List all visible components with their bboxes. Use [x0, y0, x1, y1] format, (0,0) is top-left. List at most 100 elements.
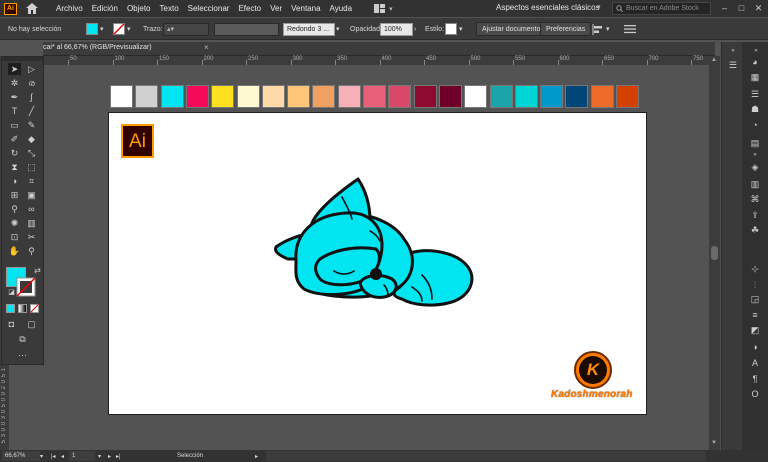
color-swatch[interactable]	[514, 85, 538, 108]
screen-mode-icon[interactable]: ⧉	[16, 333, 29, 345]
menu-item[interactable]: Efecto	[238, 4, 261, 13]
menu-item[interactable]: Ayuda	[330, 4, 353, 13]
last-artboard-icon[interactable]: ▸|	[116, 451, 121, 461]
blend-tool-icon[interactable]: ∞	[25, 203, 38, 215]
color-swatch[interactable]	[363, 85, 386, 108]
fill-color-swatch[interactable]	[86, 23, 98, 35]
eraser-icon[interactable]: ◆	[25, 133, 38, 145]
graphic-style-swatch[interactable]	[445, 23, 457, 35]
graphic-styles-icon[interactable]: ◔	[749, 120, 761, 131]
libraries-icon[interactable]: ☘	[749, 225, 761, 236]
curvature-tool-icon[interactable]: ∫	[25, 91, 38, 103]
color-swatch[interactable]	[185, 85, 209, 108]
home-icon[interactable]	[26, 3, 38, 14]
type-tool-icon[interactable]: T	[8, 105, 21, 117]
color-swatch[interactable]	[438, 85, 462, 108]
chevron-down-icon[interactable]: ▾	[98, 451, 101, 461]
rotate-tool-icon[interactable]: ↻	[8, 147, 21, 159]
artboard-number-field[interactable]: 1	[69, 451, 95, 461]
sleeping-fox-illustration[interactable]	[272, 175, 480, 319]
align-panel-icon[interactable]: ⫶	[749, 280, 761, 291]
scale-tool-icon[interactable]: ⤡	[25, 147, 38, 159]
gradient-mode-icon[interactable]	[18, 304, 27, 313]
document-setup-button[interactable]: Ajustar documento	[476, 22, 547, 36]
document-tab[interactable]: cai* al 66,67% (RGB/Previsualizar)	[43, 44, 152, 51]
color-swatch[interactable]	[135, 85, 159, 108]
align-icon[interactable]	[592, 23, 604, 35]
gradient-tool-icon[interactable]: ▣	[25, 189, 38, 201]
eyedropper-icon[interactable]: ⚲	[8, 203, 21, 215]
first-artboard-icon[interactable]: |◂	[51, 451, 56, 461]
close-window-button[interactable]: ✕	[752, 2, 765, 15]
color-swatch[interactable]	[388, 85, 412, 108]
pen-tool-icon[interactable]: ✒	[8, 91, 21, 103]
chevron-down-icon[interactable]: ▾	[389, 5, 393, 13]
panel-collapse-icon[interactable]: «	[749, 150, 761, 161]
maximize-button[interactable]: □	[735, 2, 748, 15]
shaper-tool-icon[interactable]: ✐	[8, 133, 21, 145]
color-mode-icon[interactable]	[6, 304, 15, 313]
color-swatch[interactable]	[413, 85, 437, 108]
links-panel-icon[interactable]: ⌘	[749, 194, 761, 205]
transparency-panel-icon[interactable]: ◑	[749, 342, 761, 353]
lasso-icon[interactable]: ര	[25, 77, 38, 89]
free-transform-icon[interactable]: ⬚	[25, 161, 38, 173]
prev-artboard-icon[interactable]: ◂	[61, 451, 64, 461]
status-menu-icon[interactable]: ▸	[255, 451, 258, 461]
preferences-button[interactable]: Preferencias	[540, 22, 592, 36]
draw-normal-icon[interactable]: ◘	[5, 318, 18, 330]
scrollbar-thumb[interactable]	[711, 246, 718, 260]
menu-item[interactable]: Seleccionar	[188, 4, 230, 13]
menu-item[interactable]: Ventana	[291, 4, 320, 13]
appearance-panel-icon[interactable]: ▤	[749, 138, 761, 149]
paragraph-panel-icon[interactable]: ¶	[749, 374, 761, 385]
color-swatch[interactable]	[489, 85, 513, 108]
menu-item[interactable]: Objeto	[127, 4, 151, 13]
color-panel-icon[interactable]: ◕	[749, 57, 761, 68]
chevron-down-icon[interactable]: ▾	[336, 25, 340, 33]
mesh-tool-icon[interactable]: ⊞	[8, 189, 21, 201]
chevron-down-icon[interactable]: ▾	[459, 25, 463, 33]
artboards-panel-icon[interactable]: ▥	[749, 179, 761, 190]
color-swatch[interactable]	[110, 85, 133, 108]
panel-collapse-icon[interactable]: «	[727, 46, 739, 57]
adobe-stock-search[interactable]: Buscar en Adobe Stock	[612, 2, 711, 15]
stroke-weight-dropdown[interactable]: ▴▾	[163, 22, 209, 36]
brush-definition-dropdown[interactable]: Redondo 3 ...	[283, 22, 335, 36]
chevron-right-icon[interactable]: ›	[414, 26, 416, 33]
zoom-field[interactable]: 66,67%	[2, 451, 40, 461]
direct-selection-tool-icon[interactable]: ▷	[25, 63, 38, 75]
width-tool-icon[interactable]: ⧗	[8, 161, 21, 173]
swatches-panel-icon[interactable]: ▦	[749, 72, 761, 83]
artboard[interactable]: Ai K Kadoshmenorah	[108, 112, 647, 415]
arrange-documents-icon[interactable]	[374, 4, 386, 13]
line-segment-icon[interactable]: ╱	[25, 105, 38, 117]
swap-colors-icon[interactable]: ⇄	[31, 265, 44, 277]
none-mode-icon[interactable]	[30, 304, 39, 313]
variable-width-profile[interactable]	[214, 22, 279, 36]
slice-tool-icon[interactable]: ✂	[25, 231, 38, 243]
stroke-panel-icon[interactable]: ≡	[749, 310, 761, 321]
artboard-tool-icon[interactable]: ⊡	[8, 231, 21, 243]
menu-item[interactable]: Edición	[92, 4, 118, 13]
horizontal-ruler[interactable]: 50 100 150 200 250 300 350 400 450 500 550 600 650 70…	[43, 56, 715, 66]
color-swatch[interactable]	[337, 85, 361, 108]
hand-tool-icon[interactable]: ✋	[8, 245, 21, 257]
properties-icon[interactable]: ☰	[727, 60, 739, 71]
color-swatch[interactable]	[540, 85, 564, 108]
more-tools-icon[interactable]: ⋯	[16, 349, 29, 361]
panel-collapse-icon[interactable]: «	[750, 46, 762, 57]
stroke-color-icon[interactable]	[16, 277, 36, 297]
color-swatch[interactable]	[590, 85, 614, 108]
menu-item[interactable]: Ver	[270, 4, 282, 13]
brushes-panel-icon[interactable]: ☰	[749, 89, 761, 100]
rectangle-tool-icon[interactable]: ▭	[8, 119, 21, 131]
chevron-down-icon[interactable]: ▾	[127, 25, 131, 33]
scroll-up-icon[interactable]: ▲	[711, 57, 717, 63]
gradient-panel-icon[interactable]: ◩	[749, 325, 761, 336]
chevron-down-icon[interactable]: ▾	[100, 25, 104, 33]
menu-item[interactable]: Texto	[160, 4, 179, 13]
pathfinder-panel-icon[interactable]: ◲	[749, 294, 761, 305]
selection-tool-icon[interactable]: ➤	[8, 63, 21, 75]
chevron-down-icon[interactable]: ▾	[606, 25, 610, 33]
